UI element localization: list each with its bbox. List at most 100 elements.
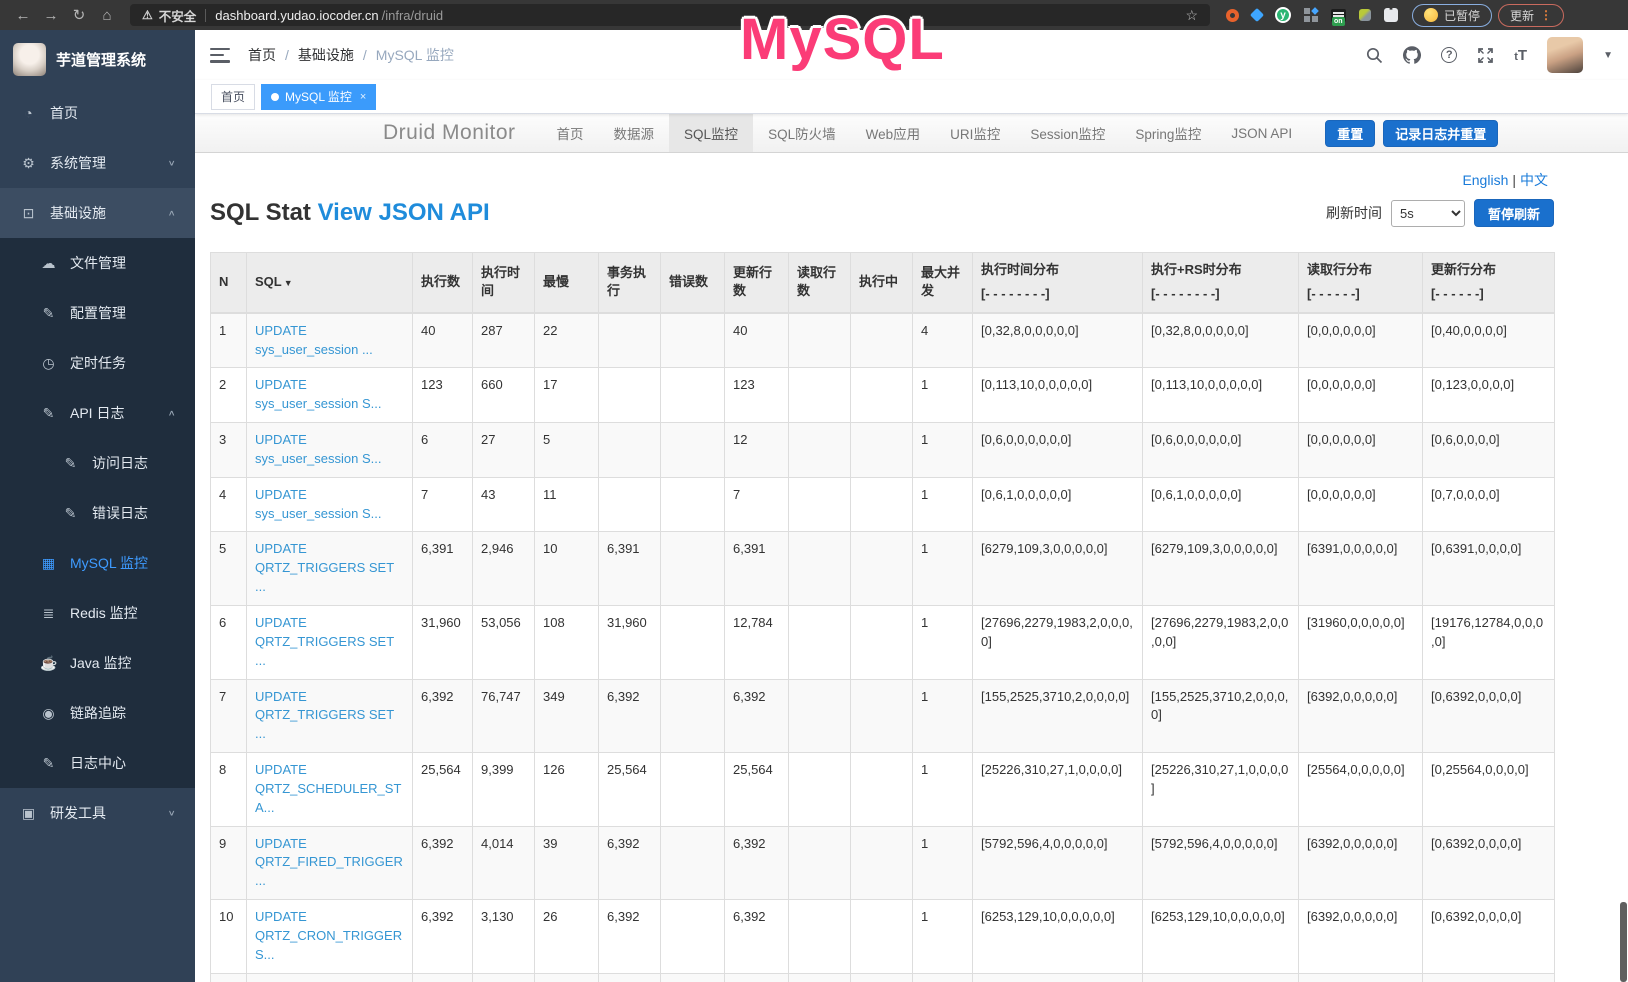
tag-0[interactable]: 首页 [211, 84, 255, 110]
sql-link[interactable]: UPDATE QRTZ_CRON_TRIGGERS... [255, 909, 402, 962]
browser-back-icon[interactable]: ← [10, 3, 36, 27]
view-json-api-link[interactable]: View JSON API [318, 199, 490, 226]
col-header-更新行分布[interactable]: 更新行分布[- - - - - -] [1423, 253, 1555, 313]
druid-brand[interactable]: Druid Monitor [383, 121, 516, 145]
close-icon[interactable]: × [360, 91, 366, 103]
font-size-icon[interactable]: tT [1514, 47, 1527, 64]
extension-gem-icon[interactable] [1250, 8, 1264, 22]
sql-link[interactable]: UPDATE sys_user_session S... [255, 377, 381, 411]
search-icon[interactable] [1366, 47, 1383, 64]
address-bar[interactable]: ⚠不安全 dashboard.yudao.iocoder.cn/infra/dr… [130, 4, 1210, 26]
browser-home-icon[interactable]: ⌂ [94, 3, 120, 27]
cell-执行+RS时分布: [5792,596,4,0,0,0,0,0] [1143, 826, 1299, 900]
cell-读取行数 [789, 973, 851, 982]
sql-link[interactable]: UPDATE QRTZ_TRIGGERS SET ... [255, 541, 394, 594]
browser-update-pill[interactable]: 更新 ⋮ [1498, 4, 1564, 27]
browser-reload-icon[interactable]: ↻ [66, 3, 92, 27]
chevron-up-icon: ∧ [167, 409, 175, 418]
menu-dots-icon[interactable]: ⋮ [1540, 8, 1552, 22]
druid-nav-SQL监控[interactable]: SQL监控 [669, 114, 753, 152]
sql-link[interactable]: UPDATE sys_user_session ... [255, 323, 373, 357]
cell-读取行分布: [6392,0,0,0,0,0] [1299, 679, 1423, 753]
col-header-执行中[interactable]: 执行中 [851, 253, 913, 313]
druid-nav-Session监控[interactable]: Session监控 [1015, 114, 1120, 152]
col-header-执行+RS时分布[interactable]: 执行+RS时分布[- - - - - - - -] [1143, 253, 1299, 313]
druid-nav-首页[interactable]: 首页 [542, 114, 599, 152]
table-row: 3UPDATE sys_user_session S...6275121[0,6… [211, 423, 1555, 478]
github-icon[interactable] [1403, 46, 1421, 64]
sidebar-item-java-monitor[interactable]: ☕Java 监控 [0, 638, 195, 688]
sidebar-item-system[interactable]: ⚙系统管理∨ [0, 138, 195, 188]
hamburger-icon[interactable] [210, 48, 230, 63]
table-row: 10UPDATE QRTZ_CRON_TRIGGERS...6,3923,130… [211, 900, 1555, 974]
log-and-reset-button[interactable]: 记录日志并重置 [1383, 120, 1498, 147]
breadcrumb-home[interactable]: 首页 [248, 45, 276, 65]
col-header-读取行数[interactable]: 读取行数 [789, 253, 851, 313]
sql-link[interactable]: UPDATE QRTZ_FIRED_TRIGGER... [255, 836, 403, 889]
sidebar-item-log-center[interactable]: ✎日志中心 [0, 738, 195, 788]
druid-nav-Web应用[interactable]: Web应用 [851, 114, 936, 152]
breadcrumb-infra[interactable]: 基础设施 [298, 45, 354, 65]
profile-paused-pill[interactable]: 已暂停 [1412, 4, 1492, 27]
extensions-puzzle-icon[interactable] [1384, 8, 1398, 22]
bookmark-star-icon[interactable]: ☆ [1185, 7, 1198, 24]
browser-forward-icon[interactable]: → [38, 3, 64, 27]
col-header-更新行数[interactable]: 更新行数 [725, 253, 789, 313]
col-header-N[interactable]: N [211, 253, 247, 313]
sql-link[interactable]: UPDATE QRTZ_TRIGGERS SET ... [255, 689, 394, 742]
col-header-执行时间[interactable]: 执行时间 [473, 253, 535, 313]
extension-donut-icon[interactable] [1226, 9, 1239, 22]
druid-nav-URI监控[interactable]: URI监控 [935, 114, 1015, 152]
col-header-事务执行[interactable]: 事务执行 [599, 253, 661, 313]
cell-最慢: 108 [535, 605, 599, 679]
security-label[interactable]: 不安全 [159, 6, 197, 25]
sidebar-item-access-log[interactable]: ✎访问日志 [0, 438, 195, 488]
chevron-down-icon[interactable]: ▼ [1603, 50, 1613, 61]
cell-事务执行: 6,392 [599, 679, 661, 753]
cell-N: 9 [211, 826, 247, 900]
sidebar-item-config-manage[interactable]: ✎配置管理 [0, 288, 195, 338]
sql-link[interactable]: UPDATE sys_user_session S... [255, 487, 381, 521]
tag-active-1[interactable]: MySQL 监控× [261, 84, 376, 110]
lang-chinese-link[interactable]: 中文 [1520, 172, 1548, 188]
sidebar-item-file-manage[interactable]: ☁文件管理 [0, 238, 195, 288]
sidebar-item-devtools[interactable]: ▣研发工具∨ [0, 788, 195, 838]
help-icon[interactable]: ? [1441, 47, 1457, 63]
user-avatar[interactable] [1547, 37, 1583, 73]
druid-nav-SQL防火墙[interactable]: SQL防火墙 [753, 114, 851, 152]
druid-nav-数据源[interactable]: 数据源 [599, 114, 670, 152]
druid-nav-JSON API[interactable]: JSON API [1216, 114, 1307, 152]
extension-y-icon[interactable]: y [1275, 7, 1291, 23]
sidebar-item-cron-job[interactable]: ◷定时任务 [0, 338, 195, 388]
sidebar-item-error-log[interactable]: ✎错误日志 [0, 488, 195, 538]
sidebar-item-redis-monitor[interactable]: ≣Redis 监控 [0, 588, 195, 638]
sql-link[interactable]: UPDATE sys_user_session S... [255, 432, 381, 466]
col-header-读取行分布[interactable]: 读取行分布[- - - - - -] [1299, 253, 1423, 313]
sidebar-item-api-log[interactable]: ✎API 日志∧ [0, 388, 195, 438]
col-header-最大并发[interactable]: 最大并发 [913, 253, 973, 313]
sql-link[interactable]: UPDATE QRTZ_SCHEDULER_STA... [255, 762, 401, 815]
col-header-执行数[interactable]: 执行数 [413, 253, 473, 313]
col-header-错误数[interactable]: 错误数 [661, 253, 725, 313]
page-scrollbar-thumb[interactable] [1620, 902, 1627, 982]
col-header-SQL[interactable]: SQL▼ [247, 253, 413, 313]
extension-list-icon[interactable]: on [1331, 9, 1346, 22]
col-header-执行时间分布[interactable]: 执行时间分布[- - - - - - - -] [973, 253, 1143, 313]
pause-refresh-button[interactable]: 暂停刷新 [1474, 199, 1554, 227]
sidebar-item-mysql-monitor[interactable]: ▦MySQL 监控 [0, 538, 195, 588]
extension-grid-icon[interactable] [1304, 8, 1318, 22]
sidebar-item-trace[interactable]: ◉链路追踪 [0, 688, 195, 738]
lang-english-link[interactable]: English [1462, 172, 1508, 188]
refresh-interval-select[interactable]: 5s [1391, 200, 1465, 227]
cell-最慢: 126 [535, 753, 599, 827]
reset-button[interactable]: 重置 [1325, 120, 1375, 147]
fullscreen-icon[interactable] [1477, 47, 1494, 64]
col-header-最慢[interactable]: 最慢 [535, 253, 599, 313]
cell-执行+RS时分布: [6253,129,10,0,0,0,0,0] [1143, 900, 1299, 974]
sidebar-item-home[interactable]: ◔首页 [0, 88, 195, 138]
cell-执行时间: 37,225 [473, 973, 535, 982]
sql-link[interactable]: UPDATE QRTZ_TRIGGERS SET ... [255, 615, 394, 668]
extension-camera-icon[interactable] [1359, 9, 1371, 21]
druid-nav-Spring监控[interactable]: Spring监控 [1120, 114, 1216, 152]
sidebar-item-infrastructure[interactable]: ⊡基础设施∧ [0, 188, 195, 238]
